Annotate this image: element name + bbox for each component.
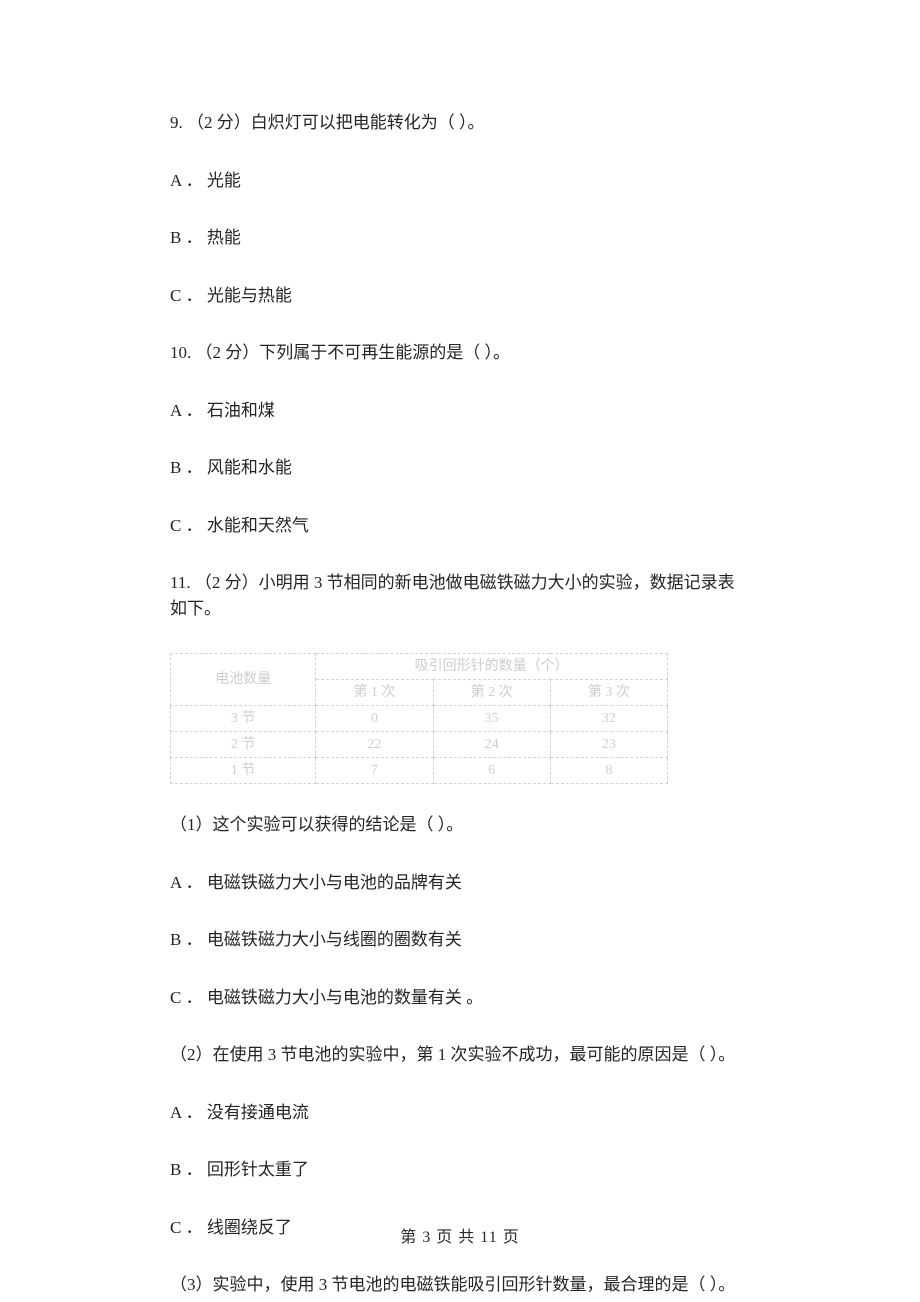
table-cell: 24 bbox=[433, 732, 550, 758]
q11-stem: 11. （2 分）小明用 3 节相同的新电池做电磁铁磁力大小的实验，数据记录表如… bbox=[170, 570, 750, 621]
q11-sub1-option-a: A ． 电磁铁磁力大小与电池的品牌有关 bbox=[170, 870, 750, 896]
table-header-main: 吸引回形针的数量（个） bbox=[316, 654, 668, 680]
q11-sub2-option-a: A ． 没有接通电流 bbox=[170, 1100, 750, 1126]
table-cell: 7 bbox=[316, 758, 433, 784]
q10-stem: 10. （2 分）下列属于不可再生能源的是（ ）。 bbox=[170, 340, 750, 366]
q11-sub2-stem: （2）在使用 3 节电池的实验中，第 1 次实验不成功，最可能的原因是（ ）。 bbox=[170, 1042, 750, 1068]
table-cell: 32 bbox=[550, 706, 667, 732]
q9-stem: 9. （2 分）白炽灯可以把电能转化为（ ）。 bbox=[170, 110, 750, 136]
q10-option-a: A ． 石油和煤 bbox=[170, 398, 750, 424]
table-subheader-2: 第 2 次 bbox=[433, 680, 550, 706]
table-cell: 6 bbox=[433, 758, 550, 784]
table-subheader-1: 第 1 次 bbox=[316, 680, 433, 706]
q9-option-b: B ． 热能 bbox=[170, 225, 750, 251]
table-cell: 1 节 bbox=[171, 758, 316, 784]
table-subheader-3: 第 3 次 bbox=[550, 680, 667, 706]
q9-option-a: A ． 光能 bbox=[170, 168, 750, 194]
q10-option-c: C ． 水能和天然气 bbox=[170, 513, 750, 539]
q11-sub2-option-b: B ． 回形针太重了 bbox=[170, 1157, 750, 1183]
q11-sub3-stem: （3）实验中，使用 3 节电池的电磁铁能吸引回形针数量，最合理的是（ ）。 bbox=[170, 1272, 750, 1298]
q9-option-c: C ． 光能与热能 bbox=[170, 283, 750, 309]
q10-option-b: B ． 风能和水能 bbox=[170, 455, 750, 481]
q11-sub1-stem: （1）这个实验可以获得的结论是（ ）。 bbox=[170, 812, 750, 838]
page-content: 9. （2 分）白炽灯可以把电能转化为（ ）。 A ． 光能 B ． 热能 C … bbox=[0, 0, 920, 1298]
table-cell: 2 节 bbox=[171, 732, 316, 758]
page-footer: 第 3 页 共 11 页 bbox=[0, 1226, 920, 1250]
q11-sub1-option-b: B ． 电磁铁磁力大小与线圈的圈数有关 bbox=[170, 927, 750, 953]
table-cell: 22 bbox=[316, 732, 433, 758]
table-cell: 0 bbox=[316, 706, 433, 732]
q11-data-table: 电池数量 吸引回形针的数量（个） 第 1 次 第 2 次 第 3 次 3 节 0… bbox=[170, 653, 750, 784]
table-cell: 3 节 bbox=[171, 706, 316, 732]
table-cell: 23 bbox=[550, 732, 667, 758]
table-cell: 8 bbox=[550, 758, 667, 784]
table-cell: 35 bbox=[433, 706, 550, 732]
q11-sub1-option-c: C ． 电磁铁磁力大小与电池的数量有关 。 bbox=[170, 985, 750, 1011]
table-header-left: 电池数量 bbox=[171, 654, 316, 706]
